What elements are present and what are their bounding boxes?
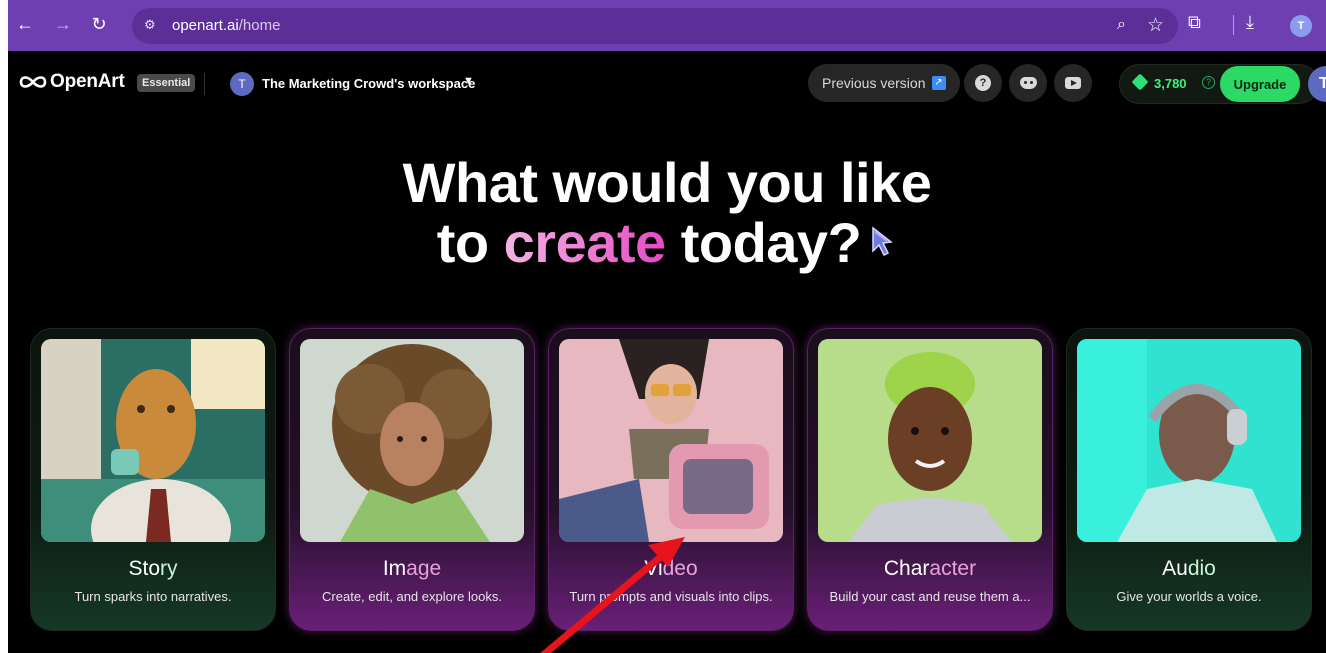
download-icon[interactable]: ⤓	[1246, 12, 1254, 33]
image-card-description: Create, edit, and explore looks.	[322, 589, 502, 604]
workspace-switcher[interactable]: The Marketing Crowd's workspace	[262, 76, 475, 91]
workspace-avatar[interactable]: T	[230, 72, 254, 96]
browser-toolbar: ← → ↻ ⚙ openart.ai/home ⌕ ☆ ⧉ ⤓ T	[8, 0, 1326, 51]
character-card-title: Character	[883, 557, 977, 580]
zoom-icon[interactable]: ⌕	[1117, 16, 1126, 34]
upgrade-button[interactable]: Upgrade	[1220, 66, 1300, 102]
story-card[interactable]: Story Turn sparks into narratives.	[30, 328, 276, 631]
discord-icon	[1019, 77, 1037, 89]
youtube-button[interactable]	[1054, 64, 1092, 102]
image-card-title: Image	[382, 557, 442, 580]
forward-icon[interactable]: →	[52, 14, 74, 35]
back-icon[interactable]: ←	[14, 14, 36, 35]
story-thumbnail	[41, 339, 265, 542]
extensions-icon[interactable]: ⧉	[1188, 12, 1201, 33]
discord-button[interactable]	[1009, 64, 1047, 102]
openart-home-page: OpenArt Essential T The Marketing Crowd'…	[8, 51, 1326, 653]
browser-profile-avatar[interactable]: T	[1290, 15, 1312, 37]
url-text[interactable]: openart.ai/home	[172, 17, 280, 34]
hero-headline: What would you like to create today?	[8, 153, 1326, 273]
external-link-icon: ↗	[931, 76, 946, 90]
sparkle-cursor-icon	[872, 226, 894, 257]
character-thumbnail	[818, 339, 1042, 542]
image-card[interactable]: Image Create, edit, and explore looks.	[289, 328, 535, 631]
headline-accent-word: create	[503, 211, 667, 274]
character-card[interactable]: Character Build your cast and reuse them…	[807, 328, 1053, 631]
credits-panel: 3,780 ? Upgrade	[1119, 64, 1319, 104]
youtube-icon	[1065, 77, 1081, 89]
audio-thumbnail	[1077, 339, 1301, 542]
story-card-title: Story	[128, 557, 178, 580]
header-divider	[204, 73, 205, 95]
story-card-description: Turn sparks into narratives.	[74, 589, 232, 604]
reload-icon[interactable]: ↻	[88, 14, 110, 35]
video-thumbnail	[559, 339, 783, 542]
headline-line-1: What would you like	[402, 151, 932, 214]
character-card-description: Build your cast and reuse them a...	[829, 589, 1031, 604]
credits-info-icon[interactable]: ?	[1202, 76, 1215, 89]
video-card[interactable]: Video Turn prompts and visuals into clip…	[548, 328, 794, 631]
video-card-title: Video	[644, 557, 698, 580]
audio-card-description: Give your worlds a voice.	[1116, 589, 1262, 604]
image-thumbnail	[300, 339, 524, 542]
audio-card-title: Audio	[1162, 557, 1216, 580]
toolbar-divider	[1233, 15, 1234, 35]
openart-logo[interactable]: OpenArt	[18, 71, 125, 93]
chevron-down-icon[interactable]: ▼	[463, 75, 474, 87]
help-button[interactable]: ?	[964, 64, 1002, 102]
site-settings-icon[interactable]: ⚙	[144, 17, 162, 35]
previous-version-button[interactable]: Previous version ↗	[808, 64, 960, 102]
audio-card[interactable]: Audio Give your worlds a voice.	[1066, 328, 1312, 631]
plan-badge: Essential	[137, 74, 196, 92]
logo-text: OpenArt	[50, 71, 125, 92]
credits-gem-icon	[1131, 73, 1149, 91]
help-icon: ?	[975, 75, 991, 91]
address-bar[interactable]: ⚙ openart.ai/home ⌕ ☆	[132, 8, 1178, 44]
headline-line-2: to create today?	[8, 213, 1326, 273]
credits-count: 3,780	[1154, 76, 1187, 91]
video-card-description: Turn prompts and visuals into clips.	[569, 589, 773, 604]
previous-version-label: Previous version	[822, 75, 926, 91]
bookmark-star-icon[interactable]: ☆	[1147, 14, 1164, 37]
infinity-logo-icon	[19, 76, 47, 88]
